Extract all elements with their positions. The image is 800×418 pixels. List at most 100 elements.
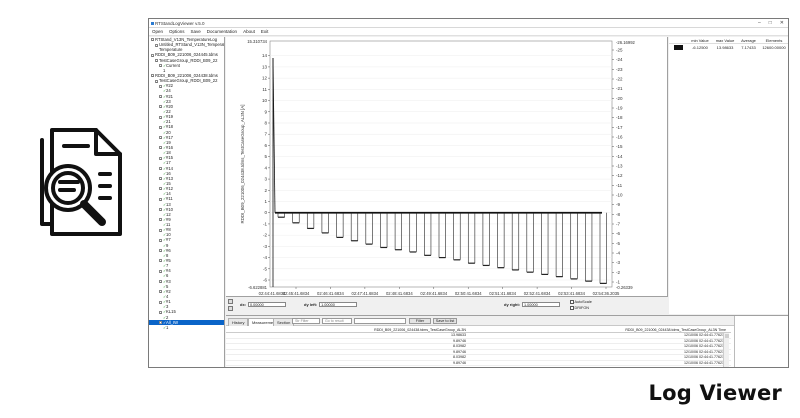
tree-expander-icon[interactable]: − bbox=[151, 53, 154, 57]
y-right-tick-label: -22 bbox=[616, 77, 623, 82]
y-left-tick-label: 3 bbox=[264, 177, 267, 182]
y-left-tick-label: 10 bbox=[262, 98, 268, 103]
tree-expander-icon[interactable]: − bbox=[159, 238, 162, 242]
tree-expander-icon[interactable]: − bbox=[151, 74, 154, 78]
search-input[interactable] bbox=[354, 318, 406, 324]
dy-right-label: dy right: bbox=[504, 302, 520, 307]
y-left-tick-label: 0 bbox=[264, 210, 267, 215]
tree-expander-icon[interactable]: − bbox=[159, 300, 162, 304]
tree-expander-icon[interactable]: − bbox=[155, 43, 158, 47]
str-filter-input[interactable]: Str Filter bbox=[292, 318, 320, 324]
stats-col-elements: Elements bbox=[765, 38, 783, 43]
tree-expander-icon[interactable]: − bbox=[159, 105, 162, 109]
dy-left-label: dy left: bbox=[304, 302, 318, 307]
chart-panel[interactable]: 14 13 12 11 10 9 8 7 6 5 4 3 2 1 0 -1 -2 -3 -4 -5 -6 15.31073… bbox=[226, 37, 668, 314]
tree-expander-icon[interactable]: − bbox=[159, 64, 162, 68]
tree-expander-icon[interactable]: − bbox=[159, 156, 162, 160]
y-left-tick-label: 13 bbox=[262, 64, 268, 69]
stats-col-min: min Value bbox=[691, 38, 709, 43]
table-scrollbar[interactable] bbox=[723, 333, 729, 367]
y-left-tick-label: 8 bbox=[264, 120, 267, 125]
y-right-tick-label: -8 bbox=[616, 212, 620, 217]
tree-expander-icon[interactable]: − bbox=[159, 259, 162, 263]
menu-exit[interactable]: Exit bbox=[261, 28, 269, 35]
tree-expander-icon[interactable]: − bbox=[159, 115, 162, 119]
bottom-right-pane bbox=[734, 316, 788, 367]
tree-expander-icon[interactable]: − bbox=[159, 125, 162, 129]
tree-expander-icon[interactable]: − bbox=[159, 249, 162, 253]
y-right-tick-label: -3 bbox=[616, 260, 620, 265]
signal-chart[interactable]: 14131211109876543210-1-2-3-4-5-615.31073… bbox=[226, 37, 668, 314]
y-right-tick-label: -21 bbox=[616, 86, 623, 91]
y-left-tick-label: -4 bbox=[263, 255, 267, 260]
window-title: RTStandLogViewer v.5.0 bbox=[155, 21, 205, 26]
y-left-tick-label: 14 bbox=[262, 53, 268, 58]
pan-tool-icon[interactable] bbox=[228, 306, 233, 311]
autoscale-label: AutoScale bbox=[574, 300, 592, 304]
drifon-checkbox[interactable] bbox=[570, 306, 574, 310]
tree-expander-icon[interactable]: − bbox=[159, 166, 162, 170]
tree-expander-icon[interactable]: − bbox=[159, 177, 162, 181]
dy-left-input[interactable]: 1.00000 bbox=[319, 302, 358, 307]
stats-col-avg: Average bbox=[741, 38, 756, 43]
tree-expander-icon[interactable]: − bbox=[159, 321, 162, 325]
table-cell-value: 9.89746 bbox=[453, 360, 466, 365]
y-right-tick-label: -17 bbox=[616, 125, 623, 130]
tree-expander-icon[interactable]: − bbox=[151, 38, 154, 42]
menu-save[interactable]: Save bbox=[191, 28, 201, 35]
stats-max-value: 13.98633 bbox=[716, 45, 734, 50]
tree-expander-icon[interactable]: − bbox=[159, 218, 162, 222]
tree-item[interactable]: ✓1 bbox=[149, 325, 224, 330]
y-right-tick-label: -19 bbox=[616, 106, 623, 111]
app-logo-icon bbox=[151, 21, 154, 25]
tree-expander-icon[interactable]: − bbox=[159, 197, 162, 201]
y-right-min-label: -0.26339 bbox=[616, 285, 633, 290]
autoscale-checkbox[interactable] bbox=[570, 300, 574, 304]
app-window: RTStandLogViewer v.5.0 – □ ✕ Open Option… bbox=[148, 18, 789, 368]
y-right-tick-label: -18 bbox=[616, 115, 623, 120]
minimize-button[interactable]: – bbox=[758, 19, 761, 28]
title-bar: RTStandLogViewer v.5.0 – □ ✕ bbox=[149, 19, 788, 28]
stats-avg-value: 7.17433 bbox=[741, 45, 756, 50]
maximize-button[interactable]: □ bbox=[769, 19, 772, 28]
document-search-icon bbox=[40, 128, 122, 236]
table-row[interactable]: 9.89746 12/10/06 02:44:41.776215 bbox=[226, 360, 731, 366]
menu-options[interactable]: Options bbox=[169, 28, 185, 35]
close-button[interactable]: ✕ bbox=[780, 19, 784, 28]
tree-expander-icon[interactable]: − bbox=[155, 79, 158, 83]
tree-expander-icon[interactable]: − bbox=[159, 290, 162, 294]
y-right-tick-label: -10 bbox=[616, 193, 623, 198]
y-right-tick-label: -24 bbox=[616, 57, 623, 62]
tree-expander-icon[interactable]: − bbox=[159, 136, 162, 140]
zoom-tool-icon[interactable] bbox=[228, 299, 233, 304]
tabs-row: History Measurement Section Str Filter G… bbox=[226, 316, 788, 326]
tree-expander-icon[interactable]: − bbox=[159, 84, 162, 88]
tree-expander-icon[interactable]: − bbox=[155, 58, 158, 62]
filter-button[interactable]: Filter bbox=[409, 318, 431, 324]
y-left-tick-label: -2 bbox=[263, 233, 267, 238]
tree-expander-icon[interactable]: − bbox=[159, 269, 162, 273]
dy-right-input[interactable]: 1.00000 bbox=[522, 302, 560, 307]
tree-expander-icon[interactable]: − bbox=[159, 187, 162, 191]
tab-history[interactable]: History bbox=[228, 318, 249, 326]
tree-expander-icon[interactable]: − bbox=[159, 280, 162, 284]
tree-expander-icon[interactable]: − bbox=[159, 228, 162, 232]
tree-expander-icon[interactable]: − bbox=[159, 94, 162, 98]
goto-result-input[interactable]: Go to result bbox=[322, 318, 352, 324]
y-left-tick-label: 11 bbox=[262, 87, 267, 92]
tree-expander-icon[interactable]: − bbox=[159, 310, 162, 314]
stats-row[interactable]: -6.12500 13.98633 7.17433 12600.00000 bbox=[669, 44, 788, 51]
stats-panel: min Value max Value Average Elements -6.… bbox=[669, 37, 788, 314]
file-tree[interactable]: −RTStand_V13N_TemperatureLog −Untitled_RT… bbox=[149, 37, 225, 367]
tree-expander-icon[interactable]: − bbox=[159, 146, 162, 150]
save-to-list-button[interactable]: Save to list bbox=[433, 318, 457, 324]
y-right-tick-label: -23 bbox=[616, 67, 623, 72]
y-left-tick-label: -3 bbox=[263, 244, 267, 249]
tree-expander-icon[interactable]: − bbox=[159, 208, 162, 212]
measurement-table[interactable]: RDDI_B09_221006_024438.tdms_TestCaseGrou… bbox=[226, 327, 731, 367]
dx-input[interactable]: 0.00000 bbox=[248, 302, 286, 307]
menu-about[interactable]: About bbox=[243, 28, 255, 35]
menu-open[interactable]: Open bbox=[152, 28, 163, 35]
y-right-tick-label: -1 bbox=[616, 280, 620, 285]
menu-documentation[interactable]: Documentation bbox=[207, 28, 237, 35]
